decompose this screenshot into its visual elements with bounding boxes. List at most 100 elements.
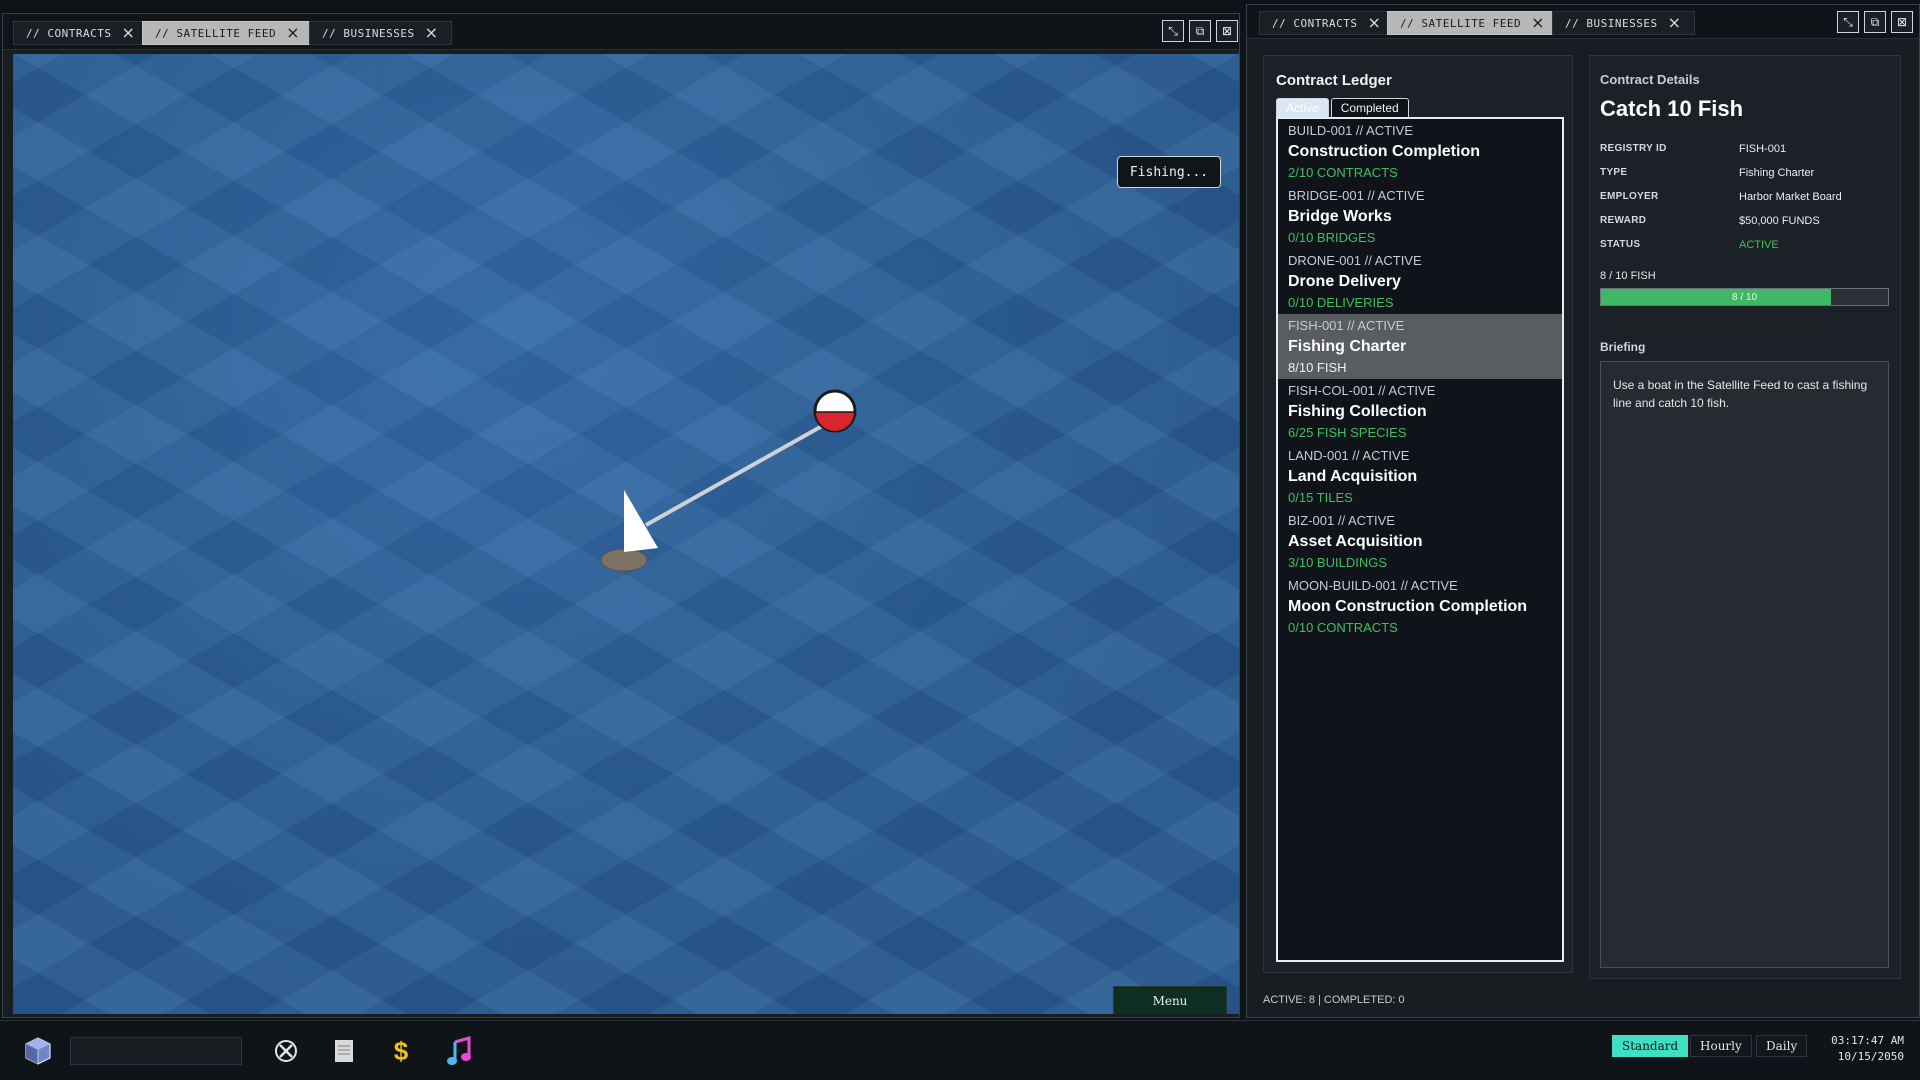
contract-meta: DRONE-001 // ACTIVE xyxy=(1288,253,1422,268)
popout-icon[interactable]: ⧉ xyxy=(1864,11,1886,33)
contract-list: BUILD-001 // ACTIVE Construction Complet… xyxy=(1276,117,1564,962)
progress-bar: 8 / 10 xyxy=(1600,288,1889,306)
list-item[interactable]: DRONE-001 // ACTIVE Drone Delivery 0/10 … xyxy=(1278,249,1562,314)
tools-icon[interactable] xyxy=(270,1035,302,1067)
list-item[interactable]: BRIDGE-001 // ACTIVE Bridge Works 0/10 B… xyxy=(1278,184,1562,249)
fishing-status: Fishing... xyxy=(1117,156,1221,188)
tab-satellite-feed[interactable]: // SATELLITE FEED × xyxy=(142,21,313,45)
field-key: REWARD xyxy=(1600,215,1647,226)
tab-completed[interactable]: Completed xyxy=(1330,98,1409,117)
list-item[interactable]: BIZ-001 // ACTIVE Asset Acquisition 3/10… xyxy=(1278,509,1562,574)
speed-standard-button[interactable]: Standard xyxy=(1612,1035,1689,1057)
minimize-icon[interactable]: ⤡ xyxy=(1837,11,1859,33)
close-icon[interactable]: × xyxy=(425,25,439,41)
tab-label: // SATELLITE FEED xyxy=(155,26,277,40)
dollar-icon[interactable]: $ xyxy=(385,1035,417,1067)
ledger-title: Contract Ledger xyxy=(1276,72,1392,89)
tab-label: // BUSINESSES xyxy=(322,26,415,40)
contract-ledger: Contract Ledger Active Completed BUILD-0… xyxy=(1263,55,1573,973)
contract-meta: BUILD-001 // ACTIVE xyxy=(1288,123,1413,138)
satellite-feed-window: // CONTRACTS × // SATELLITE FEED × // BU… xyxy=(2,13,1240,1018)
tab-businesses[interactable]: // BUSINESSES × xyxy=(309,21,452,45)
close-icon[interactable]: × xyxy=(1531,15,1545,31)
contract-name: Construction Completion xyxy=(1288,143,1480,160)
tab-businesses[interactable]: // BUSINESSES × xyxy=(1552,11,1695,35)
window-controls: ⤡ ⧉ ⊠ xyxy=(1837,11,1913,33)
field-value: $50,000 FUNDS xyxy=(1739,215,1820,227)
contract-progress: 6/25 FISH SPECIES xyxy=(1288,425,1407,440)
field-key: REGISTRY ID xyxy=(1600,143,1667,154)
progress-label: 8 / 10 FISH xyxy=(1600,270,1656,282)
fishing-bobber xyxy=(813,389,857,433)
contract-meta: FISH-001 // ACTIVE xyxy=(1288,318,1405,333)
tab-active[interactable]: Active xyxy=(1276,98,1329,117)
contract-progress: 3/10 BUILDINGS xyxy=(1288,555,1387,570)
ledger-summary: ACTIVE: 8 | COMPLETED: 0 xyxy=(1263,994,1405,1006)
contract-name: Fishing Collection xyxy=(1288,403,1427,420)
ledger-icon[interactable] xyxy=(328,1035,360,1067)
music-icon[interactable] xyxy=(443,1035,475,1067)
tab-satellite-feed[interactable]: // SATELLITE FEED × xyxy=(1387,11,1558,35)
cube-app-icon[interactable] xyxy=(22,1035,54,1067)
close-window-icon[interactable]: ⊠ xyxy=(1891,11,1913,33)
field-key: STATUS xyxy=(1600,239,1641,250)
status-badge: ACTIVE xyxy=(1739,239,1779,251)
contract-name: Drone Delivery xyxy=(1288,273,1401,290)
close-window-icon[interactable]: ⊠ xyxy=(1216,20,1238,42)
contracts-window: // CONTRACTS × // SATELLITE FEED × // BU… xyxy=(1246,4,1920,1018)
close-icon[interactable]: × xyxy=(1668,15,1682,31)
map-scene xyxy=(600,389,857,572)
briefing-text: Use a boat in the Satellite Feed to cast… xyxy=(1600,361,1889,968)
field-value: Harbor Market Board xyxy=(1739,191,1842,203)
tab-completed-label: Completed xyxy=(1340,101,1399,115)
contract-meta: BIZ-001 // ACTIVE xyxy=(1288,513,1395,528)
progress-text: 8 / 10 xyxy=(1731,291,1758,303)
minimize-icon[interactable]: ⤡ xyxy=(1162,20,1184,42)
close-icon[interactable]: × xyxy=(286,25,300,41)
taskbar: $ Standard Hourly Daily 03:17:47 AM 10/1… xyxy=(0,1020,1920,1080)
satellite-map[interactable]: Fishing... Menu xyxy=(13,54,1239,1014)
contract-progress: 0/10 CONTRACTS xyxy=(1288,620,1398,635)
list-item[interactable]: FISH-COL-001 // ACTIVE Fishing Collectio… xyxy=(1278,379,1562,444)
close-icon[interactable]: × xyxy=(1367,15,1381,31)
contract-name: Land Acquisition xyxy=(1288,468,1418,485)
tab-label: // SATELLITE FEED xyxy=(1400,16,1522,30)
contract-progress: 8/10 FISH xyxy=(1288,360,1347,375)
taskbar-search[interactable] xyxy=(70,1037,242,1065)
tab-contracts[interactable]: // CONTRACTS × xyxy=(13,21,149,45)
contract-name: Moon Construction Completion xyxy=(1288,598,1528,615)
clock-date: 10/15/2050 xyxy=(1837,1050,1904,1063)
menu-button[interactable]: Menu xyxy=(1113,986,1227,1014)
list-item-selected[interactable]: FISH-001 // ACTIVE Fishing Charter 8/10 … xyxy=(1278,314,1562,379)
contract-meta: FISH-COL-001 // ACTIVE xyxy=(1288,383,1436,398)
tab-contracts[interactable]: // CONTRACTS × xyxy=(1259,11,1395,35)
contract-meta: MOON-BUILD-001 // ACTIVE xyxy=(1288,578,1458,593)
popout-icon[interactable]: ⧉ xyxy=(1189,20,1211,42)
field-key: TYPE xyxy=(1600,167,1628,178)
speed-daily-button[interactable]: Daily xyxy=(1756,1035,1808,1057)
list-item[interactable]: MOON-BUILD-001 // ACTIVE Moon Constructi… xyxy=(1278,574,1562,639)
contract-progress: 2/10 CONTRACTS xyxy=(1288,165,1398,180)
contract-name: Fishing Charter xyxy=(1288,338,1407,355)
list-item[interactable]: BUILD-001 // ACTIVE Construction Complet… xyxy=(1278,119,1562,184)
contract-details: Contract Details Catch 10 Fish REGISTRY … xyxy=(1589,55,1901,979)
tab-label: // BUSINESSES xyxy=(1565,16,1658,30)
briefing-label: Briefing xyxy=(1600,340,1646,354)
clock: 03:17:47 AM 10/15/2050 xyxy=(1814,1033,1904,1065)
fishing-line xyxy=(645,415,839,527)
window-controls: ⤡ ⧉ ⊠ xyxy=(1162,20,1238,42)
speed-hourly-button[interactable]: Hourly xyxy=(1690,1035,1752,1057)
tab-active-label: Active xyxy=(1286,101,1319,115)
contract-progress: 0/10 BRIDGES xyxy=(1288,230,1376,245)
contract-name: Asset Acquisition xyxy=(1288,533,1423,550)
tab-label: // CONTRACTS xyxy=(1272,16,1358,30)
ledger-tabs: Active Completed xyxy=(1276,98,1409,117)
close-icon[interactable]: × xyxy=(121,25,135,41)
tab-label: // CONTRACTS xyxy=(26,26,112,40)
boat-hull[interactable] xyxy=(600,548,648,572)
contract-progress: 0/15 TILES xyxy=(1288,490,1353,505)
details-label: Contract Details xyxy=(1600,72,1700,87)
contract-meta: LAND-001 // ACTIVE xyxy=(1288,448,1410,463)
left-tabbar: // CONTRACTS × // SATELLITE FEED × // BU… xyxy=(3,14,1239,50)
list-item[interactable]: LAND-001 // ACTIVE Land Acquisition 0/15… xyxy=(1278,444,1562,509)
